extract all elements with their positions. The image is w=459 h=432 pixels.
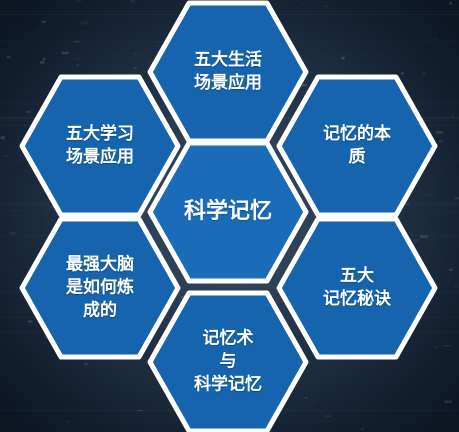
topic-label-lower-right: 五大 记忆秘诀 (323, 266, 391, 309)
topic-label-lower-left: 最强大脑 是如何炼 成的 (66, 254, 134, 321)
topic-label-top: 五大生活 场景应用 (194, 50, 262, 93)
diagram-canvas: 科学记忆 五大生活 场景应用 五大学习 场景应用 记忆的本 质 最强大脑 是如何… (0, 0, 459, 432)
topic-label-upper-left: 五大学习 场景应用 (66, 124, 134, 167)
topic-label-upper-right: 记忆的本 质 (323, 124, 391, 167)
topic-label-bottom: 记忆术 与 科学记忆 (194, 328, 262, 395)
center-label: 科学记忆 (183, 199, 273, 225)
